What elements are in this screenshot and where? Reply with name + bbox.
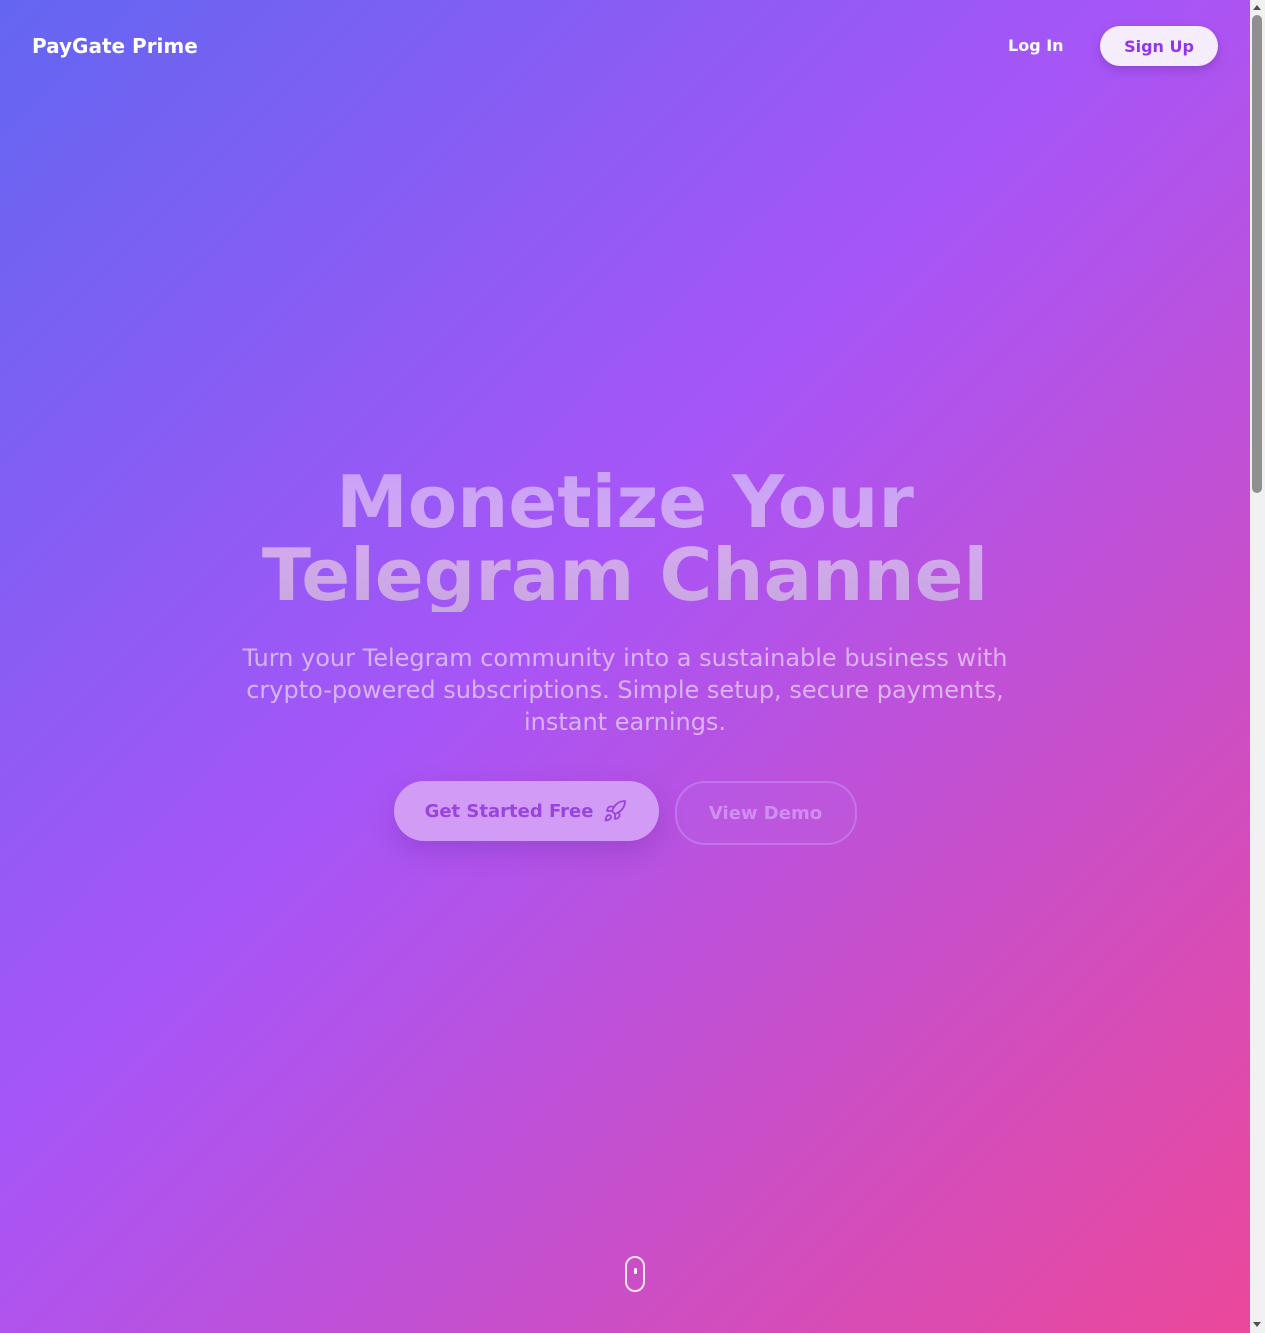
login-link[interactable]: Log In: [1008, 34, 1064, 58]
signup-button[interactable]: Sign Up: [1100, 26, 1218, 66]
scroll-up-arrow-icon[interactable]: [1253, 5, 1261, 10]
get-started-button[interactable]: Get Started Free: [393, 781, 659, 841]
headline-line-1: Monetize Your: [336, 460, 914, 544]
brand-logo[interactable]: PayGate Prime: [32, 32, 198, 60]
page-scrollbar[interactable]: [1250, 0, 1265, 1333]
hero-headline: Monetize Your Telegram Channel: [0, 466, 1250, 612]
signup-button-label: Sign Up: [1124, 36, 1194, 56]
hero-section: Monetize Your Telegram Channel Turn your…: [0, 466, 1250, 845]
mouse-scroll-icon[interactable]: [625, 1256, 645, 1292]
hero-subtitle: Turn your Telegram community into a sust…: [242, 644, 1008, 736]
page-content: PayGate Prime Log In Sign Up Monetize Yo…: [0, 0, 1250, 1333]
scroll-wheel-dot: [634, 1268, 637, 1274]
scroll-down-arrow-icon[interactable]: [1253, 1322, 1261, 1327]
scrollbar-thumb[interactable]: [1252, 15, 1262, 493]
get-started-label: Get Started Free: [424, 800, 594, 822]
landing-page: PayGate Prime Log In Sign Up Monetize Yo…: [0, 0, 1265, 1333]
view-demo-button[interactable]: View Demo: [674, 781, 857, 845]
cta-row: Get Started Free View Demo: [0, 781, 1250, 845]
view-demo-label: View Demo: [708, 802, 823, 824]
headline-line-2: Telegram Channel: [261, 533, 989, 617]
rocket-icon: [603, 799, 627, 823]
